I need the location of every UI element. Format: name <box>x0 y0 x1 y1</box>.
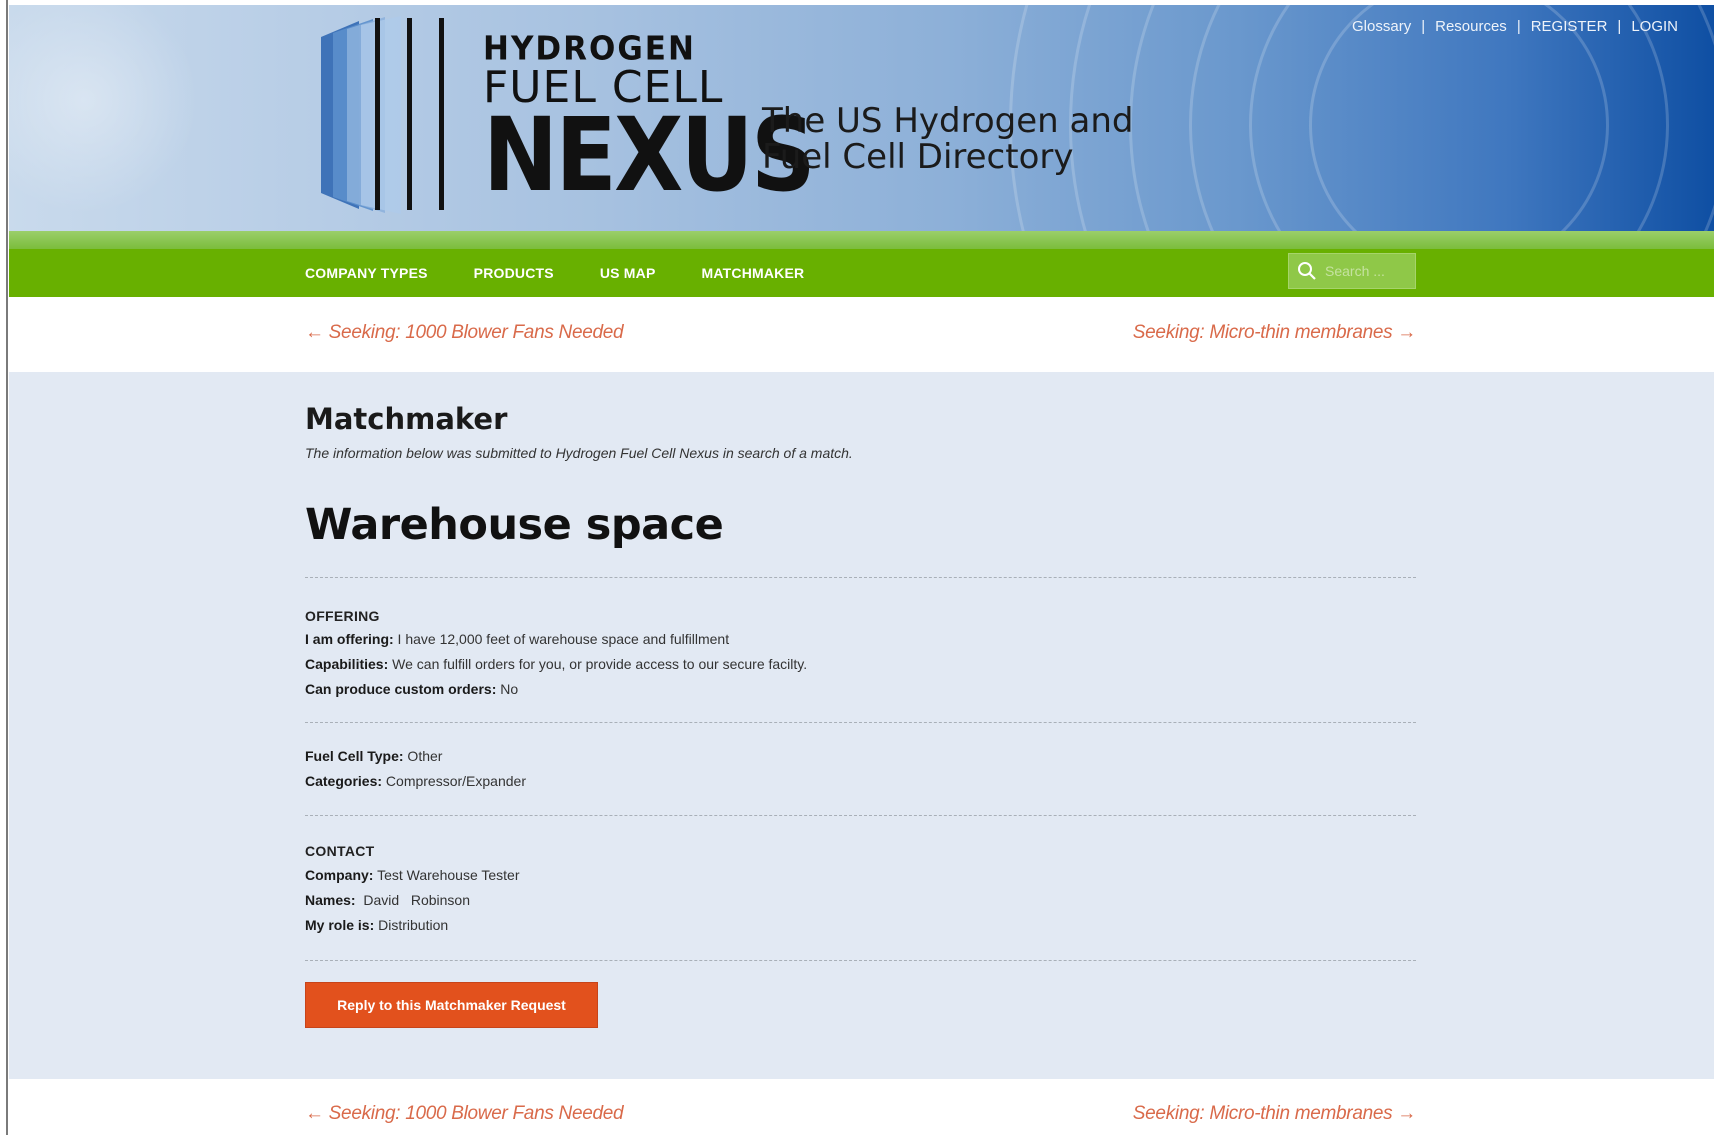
search-input[interactable] <box>1325 263 1415 279</box>
top-links: Glossary | Resources | REGISTER | LOGIN <box>1342 18 1688 35</box>
page-title: Warehouse space <box>305 500 724 550</box>
capabilities-field: Capabilities: We can fulfill orders for … <box>305 656 807 672</box>
field-value: Other <box>403 748 443 764</box>
role-field: My role is: Distribution <box>305 917 448 933</box>
field-value: Test Warehouse Tester <box>373 867 520 883</box>
post-navigation-top: ← Seeking: 1000 Blower Fans Needed Seeki… <box>305 322 1416 344</box>
fuel-cell-type-field: Fuel Cell Type: Other <box>305 748 442 764</box>
nav-item-company-types[interactable]: COMPANY TYPES <box>305 265 428 281</box>
header-glow <box>9 5 199 215</box>
search-icon[interactable] <box>1297 261 1317 281</box>
site-tagline: The US Hydrogen and Fuel Cell Directory <box>762 103 1162 175</box>
nav-item-matchmaker[interactable]: MATCHMAKER <box>702 265 805 281</box>
login-link[interactable]: LOGIN <box>1621 18 1688 35</box>
glossary-link[interactable]: Glossary <box>1342 18 1421 35</box>
prev-post-link[interactable]: ← Seeking: 1000 Blower Fans Needed <box>305 1103 624 1125</box>
header-arc <box>1309 5 1609 237</box>
offering-field: I am offering: I have 12,000 feet of war… <box>305 631 729 647</box>
resources-link[interactable]: Resources <box>1425 18 1517 35</box>
reply-button[interactable]: Reply to this Matchmaker Request <box>305 982 598 1028</box>
next-post-link[interactable]: Seeking: Micro-thin membranes → <box>1133 322 1417 344</box>
contact-section-label: CONTACT <box>305 843 375 859</box>
custom-orders-field: Can produce custom orders: No <box>305 681 518 697</box>
site-header: HYDROGEN FUEL CELL NEXUS The US Hydrogen… <box>9 5 1714 237</box>
post-navigation-bottom: ← Seeking: 1000 Blower Fans Needed Seeki… <box>305 1103 1416 1125</box>
logo-line-hydrogen: HYDROGEN <box>483 30 696 68</box>
logo-bars-icon[interactable] <box>321 15 451 215</box>
main-content: Matchmaker The information below was sub… <box>9 372 1714 1079</box>
divider <box>305 577 1416 578</box>
page-frame: HYDROGEN FUEL CELL NEXUS The US Hydrogen… <box>0 0 1717 1135</box>
search-box[interactable] <box>1288 253 1416 289</box>
field-label: Company: <box>305 867 374 883</box>
nav-item-products[interactable]: PRODUCTS <box>474 265 554 281</box>
tagline-line1: The US Hydrogen and <box>762 101 1134 141</box>
field-label: Fuel Cell Type: <box>305 748 404 764</box>
field-label: I am offering: <box>305 631 394 647</box>
field-label: Categories: <box>305 773 383 789</box>
names-field: Names: David Robinson <box>305 892 470 908</box>
field-value: I have 12,000 feet of warehouse space an… <box>393 631 730 647</box>
company-field: Company: Test Warehouse Tester <box>305 867 520 883</box>
header-stripe <box>9 231 1714 249</box>
field-label: My role is: <box>305 917 375 933</box>
divider <box>305 722 1416 723</box>
window-border <box>6 0 8 1135</box>
categories-field: Categories: Compressor/Expander <box>305 773 526 789</box>
field-label: Can produce custom orders: <box>305 681 497 697</box>
prev-post-link[interactable]: ← Seeking: 1000 Blower Fans Needed <box>305 322 624 344</box>
nav-item-us-map[interactable]: US MAP <box>600 265 656 281</box>
tagline-line2: Fuel Cell Directory <box>762 137 1074 177</box>
register-link[interactable]: REGISTER <box>1521 18 1618 35</box>
next-post-link[interactable]: Seeking: Micro-thin membranes → <box>1133 1103 1417 1125</box>
nav-items: COMPANY TYPES PRODUCTS US MAP MATCHMAKER <box>305 249 850 297</box>
field-label: Names: <box>305 892 356 908</box>
field-value: We can fulfill orders for you, or provid… <box>388 656 808 672</box>
page-heading: Matchmaker <box>305 402 508 436</box>
field-label: Capabilities: <box>305 656 389 672</box>
divider <box>305 960 1416 961</box>
field-value: David Robinson <box>355 892 470 908</box>
divider <box>305 815 1416 816</box>
field-value: Distribution <box>374 917 449 933</box>
offering-section-label: OFFERING <box>305 608 380 624</box>
field-value: No <box>496 681 519 697</box>
field-value: Compressor/Expander <box>382 773 526 789</box>
intro-text: The information below was submitted to H… <box>305 445 853 461</box>
main-nav: COMPANY TYPES PRODUCTS US MAP MATCHMAKER <box>9 249 1714 297</box>
